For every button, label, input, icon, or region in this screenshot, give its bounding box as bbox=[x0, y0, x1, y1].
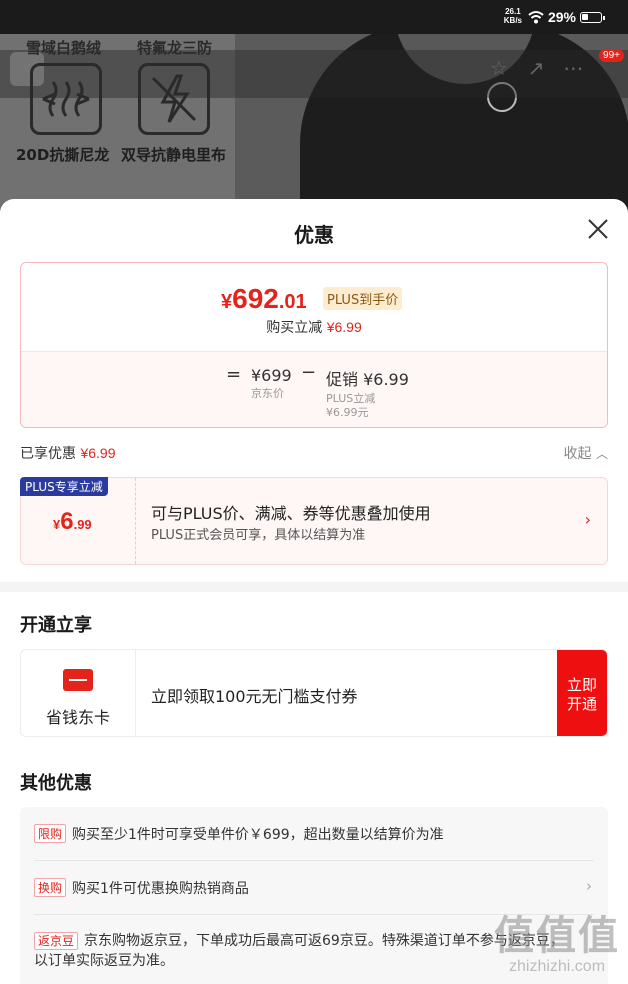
battery-percent: 29% bbox=[547, 9, 576, 25]
enjoyed-discount: 已享优惠 ¥6.99 bbox=[20, 445, 116, 462]
equals-sign: = bbox=[226, 364, 242, 385]
feature-label: 雪域白鹅绒 bbox=[26, 39, 102, 57]
final-price: ¥692.01 bbox=[221, 283, 307, 314]
feature-caption: 20D抗撕尼龙 bbox=[16, 146, 110, 164]
antistatic-icon bbox=[138, 63, 210, 135]
buy-save-line: 购买立减 ¥6.99 bbox=[266, 319, 362, 336]
minus-sign: − bbox=[301, 362, 317, 383]
chevron-right-icon: › bbox=[584, 510, 591, 529]
share-icon[interactable]: ↗ bbox=[520, 52, 552, 84]
open-section-title: 开通立享 bbox=[20, 615, 92, 636]
collapse-toggle[interactable]: 收起 ︿ bbox=[564, 443, 608, 463]
jingdou-tag: 返京豆 bbox=[34, 932, 79, 950]
jd-price-column: ¥699 京东价 bbox=[251, 366, 292, 400]
wifi-icon bbox=[528, 11, 544, 24]
plus-price-tag: PLUS到手价 bbox=[323, 287, 403, 310]
feature-caption: 双导抗静电里布 bbox=[121, 146, 227, 164]
list-item: 返京豆 京东购物返京豆，下单成功后最高可返69京豆。特殊渠道订单不参与返京豆，以订… bbox=[34, 932, 564, 969]
more-icon[interactable]: ⋯ bbox=[557, 52, 589, 84]
promo-column: 促销 ¥6.99 PLUS立减 ¥6.99元 bbox=[326, 370, 409, 419]
open-now-button[interactable]: 立即 开通 bbox=[557, 650, 607, 736]
plus-note: PLUS正式会员可享，具体以结算为准 bbox=[151, 528, 366, 543]
top-action-icons: ☆ ↗ ⋯ bbox=[483, 52, 598, 84]
section-divider bbox=[0, 582, 628, 592]
cart-count-badge: 99+ bbox=[599, 49, 624, 62]
star-icon[interactable]: ☆ bbox=[483, 52, 515, 84]
status-bar: 26.1 KB/s 29% bbox=[0, 0, 628, 34]
feather-icon bbox=[30, 63, 102, 135]
card-name: 省钱东卡 bbox=[45, 708, 110, 727]
close-icon[interactable] bbox=[586, 217, 610, 241]
other-section-title: 其他优惠 bbox=[20, 773, 92, 794]
discount-sheet: 优惠 ¥692.01 PLUS到手价 购买立减 ¥6.99 = ¥699 京东价… bbox=[0, 199, 628, 984]
feature-label: 特氟龙三防 bbox=[137, 39, 213, 57]
price-summary-card: ¥692.01 PLUS到手价 购买立减 ¥6.99 = ¥699 京东价 − … bbox=[20, 262, 608, 428]
exchange-tag: 换购 bbox=[34, 878, 67, 897]
card-icon bbox=[63, 669, 93, 691]
list-item[interactable]: 换购 购买1件可优惠换购热销商品 bbox=[34, 877, 594, 898]
plus-discount-amount: ¥6.99 bbox=[53, 508, 92, 535]
battery-icon bbox=[580, 12, 605, 23]
chevron-up-icon: ︿ bbox=[595, 447, 608, 461]
chevron-right-icon: › bbox=[586, 877, 592, 895]
savings-card-offer[interactable]: 省钱东卡 立即领取100元无门槛支付券 立即 开通 bbox=[20, 649, 608, 737]
list-item: 限购 购买至少1件时可享受单件价￥699，超出数量以结算价为准 bbox=[34, 823, 594, 844]
plus-description: 可与PLUS价、满减、券等优惠叠加使用 bbox=[151, 504, 431, 523]
network-speed: 26.1 KB/s bbox=[503, 7, 522, 25]
plus-exclusive-flag: PLUS专享立减 bbox=[20, 477, 108, 496]
card-offer-desc: 立即领取100元无门槛支付券 bbox=[151, 687, 358, 706]
sheet-title: 优惠 bbox=[294, 223, 334, 247]
watermark: 值值值 zhizhizhi.com bbox=[494, 913, 620, 975]
plus-discount-card[interactable]: PLUS专享立减 ¥6.99 可与PLUS价、满减、券等优惠叠加使用 PLUS正… bbox=[20, 477, 608, 565]
limit-tag: 限购 bbox=[34, 824, 67, 843]
price-breakdown: = ¥699 京东价 − 促销 ¥6.99 PLUS立减 ¥6.99元 bbox=[21, 351, 607, 427]
